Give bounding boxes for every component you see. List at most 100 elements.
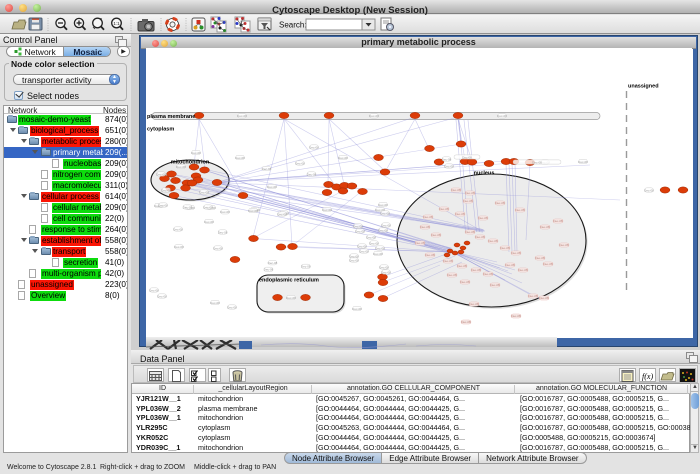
- svg-text:Dec-08: Dec-08: [268, 261, 278, 265]
- svg-text:Dec-08: Dec-08: [483, 272, 492, 276]
- svg-text:Dec-08: Dec-08: [420, 225, 429, 229]
- svg-text:Dec-08: Dec-08: [157, 294, 167, 298]
- svg-text:mitochondrion: mitochondrion: [171, 160, 210, 166]
- svg-text:Dec-08: Dec-08: [505, 263, 514, 267]
- svg-text:Dec-08: Dec-08: [369, 241, 379, 245]
- svg-text:Dec-08: Dec-08: [460, 280, 469, 284]
- svg-text:Dec-08: Dec-08: [559, 243, 568, 247]
- svg-text:Dec-08: Dec-08: [369, 114, 379, 118]
- svg-text:Dec-08: Dec-08: [355, 229, 365, 233]
- svg-text:Dec-08: Dec-08: [267, 185, 277, 189]
- svg-text:Dec-08: Dec-08: [553, 219, 562, 223]
- svg-text:Dec-08: Dec-08: [457, 264, 466, 268]
- svg-text:Dec-08: Dec-08: [352, 307, 362, 311]
- svg-text:Dec-08: Dec-08: [218, 230, 228, 234]
- svg-text:Dec-08: Dec-08: [442, 157, 452, 161]
- svg-text:Dec-08: Dec-08: [366, 235, 376, 239]
- svg-text:Dec-08: Dec-08: [462, 155, 472, 159]
- svg-text:Dec-08: Dec-08: [161, 188, 171, 192]
- svg-text:Dec-08: Dec-08: [199, 190, 209, 194]
- svg-text:Dec-08: Dec-08: [357, 244, 367, 248]
- svg-text:Dec-08: Dec-08: [353, 224, 363, 228]
- svg-text:Dec-08: Dec-08: [511, 314, 520, 318]
- svg-text:1:1: 1:1: [113, 21, 120, 26]
- svg-text:Dec-08: Dec-08: [307, 172, 317, 176]
- svg-text:Dec-08: Dec-08: [515, 208, 524, 212]
- svg-text:Dec-08: Dec-08: [461, 320, 470, 324]
- svg-text:Dec-08: Dec-08: [500, 246, 509, 250]
- svg-text:Dec-08: Dec-08: [373, 252, 383, 256]
- svg-text:Dec-08: Dec-08: [322, 208, 332, 212]
- svg-text:Dec-08: Dec-08: [379, 265, 389, 269]
- svg-text:Dec-08: Dec-08: [378, 203, 388, 207]
- svg-text:Dec-08: Dec-08: [469, 302, 478, 306]
- svg-text:Dec-08: Dec-08: [235, 156, 245, 160]
- svg-text:Dec-08: Dec-08: [204, 220, 214, 224]
- svg-text:Dec-08: Dec-08: [465, 230, 474, 234]
- svg-text:Dec-08: Dec-08: [213, 246, 223, 250]
- svg-text:Dec-08: Dec-08: [338, 156, 348, 160]
- svg-text:Dec-08: Dec-08: [488, 239, 497, 243]
- svg-text:Dec-08: Dec-08: [173, 227, 183, 231]
- svg-text:Dec-08: Dec-08: [439, 207, 448, 211]
- svg-text:Dec-08: Dec-08: [183, 205, 193, 209]
- svg-text:Dec-08: Dec-08: [511, 251, 520, 255]
- svg-text:unassigned: unassigned: [628, 84, 659, 90]
- svg-text:Dec-08: Dec-08: [528, 294, 537, 298]
- svg-text:Search:: Search:: [279, 21, 307, 30]
- svg-text:Dec-08: Dec-08: [518, 268, 527, 272]
- svg-text:Dec-08: Dec-08: [203, 205, 213, 209]
- svg-text:Dec-08: Dec-08: [220, 210, 230, 214]
- svg-text:Dec-08: Dec-08: [578, 160, 588, 164]
- svg-text:f(x): f(x): [642, 372, 653, 381]
- svg-text:Dec-08: Dec-08: [471, 268, 480, 272]
- svg-text:Dec-08: Dec-08: [490, 283, 499, 287]
- svg-text:Dec-08: Dec-08: [237, 114, 247, 118]
- svg-text:Dec-08: Dec-08: [149, 288, 159, 292]
- svg-text:Dec-08: Dec-08: [301, 265, 311, 269]
- svg-text:Dec-08: Dec-08: [475, 235, 484, 239]
- svg-text:Dec-08: Dec-08: [463, 199, 472, 203]
- svg-text:Dec-08: Dec-08: [380, 211, 390, 215]
- svg-text:Dec-08: Dec-08: [295, 161, 305, 165]
- svg-text:Dec-08: Dec-08: [227, 305, 237, 309]
- svg-text:Dec-08: Dec-08: [447, 273, 456, 277]
- svg-text:plasma membrane: plasma membrane: [147, 114, 195, 120]
- svg-text:Dec-08: Dec-08: [286, 296, 296, 300]
- svg-text:Dec-08: Dec-08: [431, 233, 440, 237]
- svg-text:Dec-08: Dec-08: [495, 201, 504, 205]
- svg-text:Dec-08: Dec-08: [156, 172, 166, 176]
- svg-text:Dec-08: Dec-08: [264, 268, 274, 272]
- svg-text:Dec-08: Dec-08: [497, 114, 507, 118]
- svg-text:cytoplasm: cytoplasm: [147, 127, 174, 133]
- svg-text:Dec-08: Dec-08: [381, 223, 391, 227]
- svg-text:Dec-08: Dec-08: [444, 164, 454, 168]
- svg-text:Dec-08: Dec-08: [309, 145, 319, 149]
- svg-text:Dec-08: Dec-08: [535, 256, 544, 260]
- svg-text:Dec-08: Dec-08: [443, 259, 452, 263]
- svg-text:endoplasmic reticulum: endoplasmic reticulum: [259, 278, 319, 284]
- svg-text:Dec-08: Dec-08: [248, 209, 258, 213]
- svg-text:Dec-08: Dec-08: [543, 262, 552, 266]
- svg-text:Dec-08: Dec-08: [381, 270, 391, 274]
- svg-text:Dec-08: Dec-08: [451, 188, 460, 192]
- svg-text:Dec-08: Dec-08: [644, 188, 654, 192]
- svg-text:Dec-08: Dec-08: [465, 191, 474, 195]
- svg-text:Dec-08: Dec-08: [262, 167, 272, 171]
- svg-text:Dec-08: Dec-08: [539, 296, 548, 300]
- svg-text:Dec-08: Dec-08: [158, 203, 168, 207]
- svg-text:Dec-08: Dec-08: [455, 212, 464, 216]
- svg-text:Dec-08: Dec-08: [532, 160, 542, 164]
- svg-text:Dec-08: Dec-08: [478, 216, 487, 220]
- svg-text:Dec-08: Dec-08: [191, 151, 201, 155]
- svg-text:Dec-08: Dec-08: [359, 249, 369, 253]
- svg-text:Dec-08: Dec-08: [415, 241, 424, 245]
- svg-text:Dec-08: Dec-08: [540, 225, 549, 229]
- svg-text:Dec-08: Dec-08: [425, 253, 434, 257]
- svg-text:Dec-08: Dec-08: [174, 245, 184, 249]
- svg-text:Dec-08: Dec-08: [423, 215, 432, 219]
- svg-text:Dec-08: Dec-08: [210, 301, 220, 305]
- svg-text:nucleus: nucleus: [474, 171, 495, 177]
- svg-text:Dec-08: Dec-08: [375, 246, 385, 250]
- svg-text:Dec-08: Dec-08: [349, 258, 359, 262]
